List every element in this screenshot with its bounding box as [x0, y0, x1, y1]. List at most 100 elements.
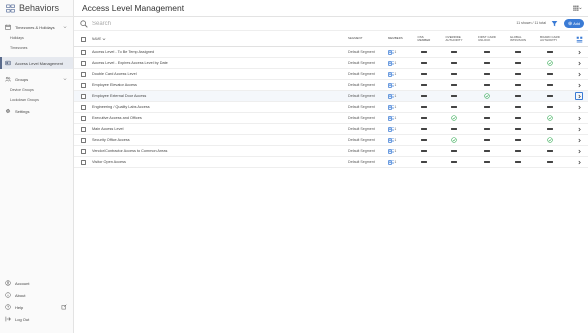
check-circle-icon	[451, 115, 457, 121]
chevron-right-icon	[578, 50, 581, 54]
sidebar-item-device-groups[interactable]: Device Groups	[0, 85, 73, 95]
people-icon	[388, 115, 394, 121]
sidebar-item-help[interactable]: Help	[0, 301, 73, 313]
table-row[interactable]: Engineering / Quality Labs Access Default…	[74, 102, 588, 113]
sidebar-item-label: Holidays	[10, 36, 24, 40]
row-open-button[interactable]	[574, 135, 584, 145]
access-level-name: Executive Access and Offices	[92, 116, 142, 120]
segment-value: Default Segment	[348, 94, 375, 98]
dash-icon	[515, 128, 521, 130]
members-link[interactable]: 1	[388, 137, 396, 143]
row-checkbox[interactable]	[80, 82, 86, 88]
dash-icon	[515, 117, 521, 119]
table-row[interactable]: Access Level - Expires Access Level by D…	[74, 58, 588, 69]
row-checkbox[interactable]	[80, 71, 86, 77]
members-link[interactable]: 1	[388, 49, 397, 55]
members-link[interactable]: 1	[388, 71, 396, 77]
logout-icon	[5, 316, 11, 322]
row-checkbox[interactable]	[80, 104, 86, 110]
sidebar-item-lockdown-groups[interactable]: Lockdown Groups	[0, 95, 73, 105]
row-open-button[interactable]	[574, 157, 584, 167]
members-count: 1	[394, 50, 397, 54]
chevron-right-icon	[578, 61, 581, 65]
sidebar-item-log-out[interactable]: Log Out	[0, 313, 73, 325]
chevron-down-icon[interactable]	[63, 25, 67, 29]
table-row[interactable]: Vendor/Contractor Access to Common Areas…	[74, 146, 588, 157]
members-link[interactable]: 1	[388, 115, 396, 121]
segment-value: Default Segment	[348, 50, 375, 54]
table-row[interactable]: Visitor Open Access Default Segment 1	[74, 157, 588, 168]
row-checkbox[interactable]	[80, 159, 86, 165]
row-open-button[interactable]	[574, 146, 584, 156]
table-row[interactable]: Employee Elevator Access Default Segment 1	[74, 80, 588, 91]
dash-icon	[421, 95, 427, 97]
row-open-button[interactable]	[574, 69, 584, 79]
members-link[interactable]: 1	[388, 60, 396, 66]
sidebar-item-holidays[interactable]: Holidays	[0, 33, 73, 43]
row-open-button[interactable]	[574, 113, 584, 123]
sidebar-item-account[interactable]: Account	[0, 277, 73, 289]
dash-icon	[515, 161, 521, 163]
members-link[interactable]: 1	[388, 82, 396, 88]
page-title: Access Level Management	[82, 3, 185, 13]
apps-menu-button[interactable]	[573, 4, 582, 13]
row-checkbox[interactable]	[80, 115, 86, 121]
row-checkbox[interactable]	[80, 126, 86, 132]
dash-icon	[451, 62, 457, 64]
row-checkbox[interactable]	[80, 49, 86, 55]
members-link[interactable]: 1	[388, 126, 396, 132]
sidebar-item-access-level-management[interactable]: Access Level Management	[0, 57, 73, 69]
members-link[interactable]: 1	[388, 104, 396, 110]
sidebar-item-timezones[interactable]: Timezones	[0, 43, 73, 53]
access-level-name: Access Level - To Be Temp Assigned	[92, 50, 155, 54]
column-header-global-intrusion[interactable]: GLOBAL INTRUSION	[508, 32, 528, 46]
column-header-oss-member[interactable]: OSS MEMBER	[414, 32, 434, 46]
column-header-board-card-authority[interactable]: BOARD CARD AUTHORITY	[540, 32, 560, 46]
row-open-button[interactable]	[575, 92, 583, 100]
row-checkbox[interactable]	[80, 148, 86, 154]
column-header-segment[interactable]: SEGMENT	[348, 32, 384, 46]
row-open-button[interactable]	[574, 80, 584, 90]
table-row[interactable]: Security Office Access Default Segment 1	[74, 135, 588, 146]
access-level-name: Employee External Door Access	[92, 94, 147, 98]
external-link-icon[interactable]	[61, 304, 67, 310]
column-header-first-card-unlock[interactable]: FIRST CARD UNLOCK	[477, 32, 497, 46]
row-open-button[interactable]	[574, 58, 584, 68]
table-row[interactable]: Employee External Door Access Default Seg…	[74, 91, 588, 102]
chevron-right-icon	[578, 83, 581, 87]
column-header-name[interactable]: NAME	[92, 32, 342, 46]
row-open-button[interactable]	[574, 102, 584, 112]
column-header-members[interactable]: MEMBERS	[388, 32, 410, 46]
chevron-down-icon[interactable]	[63, 77, 67, 81]
table-row[interactable]: Main Access Level Default Segment 1	[74, 124, 588, 135]
column-settings-button[interactable]	[574, 32, 584, 46]
check-circle-icon	[484, 93, 490, 99]
column-header-override-authority[interactable]: OVERRIDE AUTHORITY	[444, 32, 464, 46]
table-row[interactable]: Access Level - To Be Temp Assigned Defaul…	[74, 47, 588, 58]
add-button[interactable]: ⊕ Add	[564, 19, 584, 28]
table-row[interactable]: Double Card Access Level Default Segment 1	[74, 69, 588, 80]
table-row[interactable]: Executive Access and Offices Default Segm…	[74, 113, 588, 124]
sidebar-item-groups[interactable]: Groups	[0, 73, 73, 85]
members-link[interactable]: 1	[388, 93, 397, 99]
row-checkbox[interactable]	[80, 93, 86, 99]
sidebar-item-about[interactable]: About	[0, 289, 73, 301]
row-open-button[interactable]	[574, 124, 584, 134]
members-link[interactable]: 1	[388, 148, 396, 154]
dash-icon	[484, 128, 490, 130]
row-open-button[interactable]	[574, 47, 584, 57]
row-checkbox[interactable]	[80, 137, 86, 143]
row-checkbox[interactable]	[80, 60, 86, 66]
search-input[interactable]	[92, 18, 292, 29]
select-all-checkbox[interactable]	[80, 36, 86, 42]
members-count: 1	[394, 94, 397, 98]
people-icon	[388, 71, 394, 77]
sidebar-item-settings[interactable]: Settings	[0, 105, 73, 117]
chevron-right-icon	[578, 160, 581, 164]
members-link[interactable]: 1	[388, 159, 396, 165]
sidebar-item-timezones-holidays[interactable]: Timezones & Holidays	[0, 21, 73, 33]
segment-value: Default Segment	[348, 61, 375, 65]
access-level-name: Employee Elevator Access	[92, 83, 137, 87]
dash-icon	[421, 73, 427, 75]
filter-icon[interactable]	[551, 20, 558, 27]
